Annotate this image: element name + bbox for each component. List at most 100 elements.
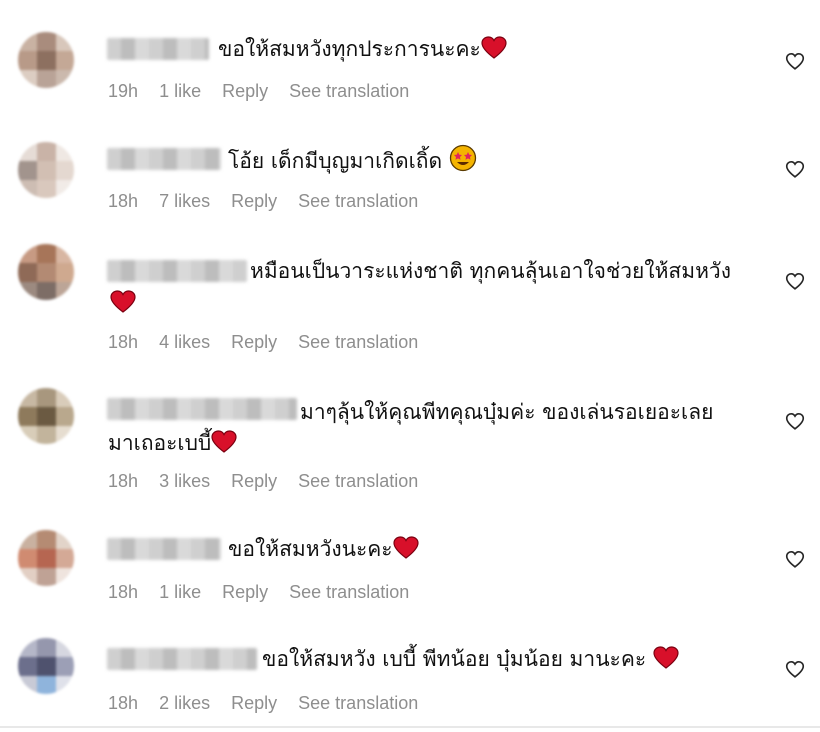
- avatar-pixel: [18, 388, 37, 407]
- avatar-pixel: [37, 568, 56, 586]
- like-heart-icon[interactable]: [784, 158, 806, 180]
- avatar-pixel: [37, 407, 56, 426]
- avatar-pixel: [18, 657, 37, 676]
- see-translation-button[interactable]: See translation: [298, 471, 418, 491]
- avatar-pixel: [18, 530, 37, 549]
- avatar-pixel: [18, 70, 37, 88]
- comment-time: 18h: [108, 693, 139, 713]
- red-heart-icon: [110, 290, 136, 313]
- comment-time: 18h: [108, 582, 139, 602]
- like-count[interactable]: 2 likes: [159, 693, 210, 713]
- avatar-pixel: [18, 32, 37, 51]
- see-translation-button[interactable]: See translation: [298, 191, 418, 211]
- like-count[interactable]: 4 likes: [159, 332, 210, 352]
- avatar-pixel: [37, 263, 56, 282]
- reply-button[interactable]: Reply: [231, 471, 277, 491]
- avatar-pixel: [56, 180, 74, 198]
- like-heart-icon[interactable]: [784, 658, 806, 680]
- avatar-pixel: [18, 161, 37, 180]
- red-heart-icon: [481, 36, 507, 59]
- avatar[interactable]: [18, 32, 74, 88]
- avatar-pixel: [56, 407, 74, 426]
- comment-body: ขอให้สมหวังทุกประการนะคะ: [218, 37, 481, 61]
- like-count[interactable]: 1 like: [159, 582, 201, 602]
- reply-button[interactable]: Reply: [231, 693, 277, 713]
- avatar-pixel: [37, 530, 56, 549]
- reply-button[interactable]: Reply: [231, 191, 277, 211]
- username-blurred[interactable]: [107, 538, 221, 560]
- comment-meta: 18h 7 likes Reply See translation: [108, 191, 434, 212]
- red-heart-icon: [392, 536, 419, 559]
- reply-button[interactable]: Reply: [222, 81, 268, 101]
- username-blurred[interactable]: [107, 260, 247, 282]
- username-blurred[interactable]: [107, 648, 257, 670]
- avatar-pixel: [37, 32, 56, 51]
- avatar-pixel: [37, 180, 56, 198]
- reply-button[interactable]: Reply: [231, 332, 277, 352]
- like-heart-icon[interactable]: [784, 548, 806, 570]
- avatar-pixel: [56, 263, 74, 282]
- comment-text: มาๆลุ้นให้คุณพีทคุณบุ๋มค่ะ ของเล่นรอเยอะ…: [300, 397, 713, 427]
- comment-body: หมือนเป็นวาระแห่งชาติ ทุกคนลุ้นเอาใจช่วย…: [250, 259, 731, 283]
- comment-body: ขอให้สมหวังนะคะ: [228, 537, 393, 561]
- like-count[interactable]: 3 likes: [159, 471, 210, 491]
- avatar[interactable]: [18, 638, 74, 694]
- username-blurred[interactable]: [107, 38, 209, 60]
- comment-time: 19h: [108, 81, 139, 101]
- comment-meta: 18h 3 likes Reply See translation: [108, 471, 434, 492]
- avatar-pixel: [56, 638, 74, 657]
- avatar-pixel: [18, 426, 37, 444]
- avatar-pixel: [37, 657, 56, 676]
- avatar-pixel: [18, 549, 37, 568]
- avatar-pixel: [18, 568, 37, 586]
- avatar[interactable]: [18, 530, 74, 586]
- avatar-pixel: [18, 51, 37, 70]
- comment-meta: 18h 1 like Reply See translation: [108, 582, 425, 603]
- avatar-pixel: [37, 161, 56, 180]
- username-blurred[interactable]: [107, 398, 297, 420]
- avatar[interactable]: [18, 244, 74, 300]
- divider: [0, 726, 820, 728]
- comment-text: ขอให้สมหวังนะคะ: [228, 534, 419, 564]
- see-translation-button[interactable]: See translation: [289, 582, 409, 602]
- avatar-pixel: [56, 51, 74, 70]
- avatar-pixel: [56, 282, 74, 300]
- see-translation-button[interactable]: See translation: [298, 693, 418, 713]
- see-translation-button[interactable]: See translation: [298, 332, 418, 352]
- red-heart-icon: [653, 646, 679, 669]
- comment-time: 18h: [108, 332, 139, 352]
- avatar-pixel: [18, 142, 37, 161]
- red-heart-icon: [211, 430, 237, 453]
- username-blurred[interactable]: [107, 148, 221, 170]
- like-heart-icon[interactable]: [784, 270, 806, 292]
- avatar-pixel: [18, 180, 37, 198]
- avatar-pixel: [56, 32, 74, 51]
- see-translation-button[interactable]: See translation: [289, 81, 409, 101]
- comment-body: ขอให้สมหวัง เบบี้ พีทน้อย บุ๋มน้อย มานะค…: [262, 647, 647, 671]
- like-heart-icon[interactable]: [784, 410, 806, 432]
- avatar-pixel: [56, 70, 74, 88]
- comment-text: หมือนเป็นวาระแห่งชาติ ทุกคนลุ้นเอาใจช่วย…: [250, 256, 731, 286]
- avatar-pixel: [37, 70, 56, 88]
- avatar-pixel: [37, 244, 56, 263]
- like-heart-icon[interactable]: [784, 50, 806, 72]
- avatar-pixel: [56, 657, 74, 676]
- avatar-pixel: [56, 549, 74, 568]
- like-count[interactable]: 7 likes: [159, 191, 210, 211]
- avatar-pixel: [37, 676, 56, 694]
- avatar[interactable]: [18, 388, 74, 444]
- comment-meta: 18h 4 likes Reply See translation: [108, 332, 434, 353]
- reply-button[interactable]: Reply: [222, 582, 268, 602]
- avatar-pixel: [37, 388, 56, 407]
- avatar-pixel: [18, 263, 37, 282]
- comment-meta: 19h 1 like Reply See translation: [108, 81, 425, 102]
- like-count[interactable]: 1 like: [159, 81, 201, 101]
- avatar-pixel: [18, 638, 37, 657]
- avatar-pixel: [18, 407, 37, 426]
- avatar[interactable]: [18, 142, 74, 198]
- avatar-pixel: [37, 142, 56, 161]
- avatar-pixel: [56, 568, 74, 586]
- avatar-pixel: [56, 530, 74, 549]
- avatar-pixel: [37, 426, 56, 444]
- comment-text-line2: มาเถอะเบบี้: [108, 428, 237, 458]
